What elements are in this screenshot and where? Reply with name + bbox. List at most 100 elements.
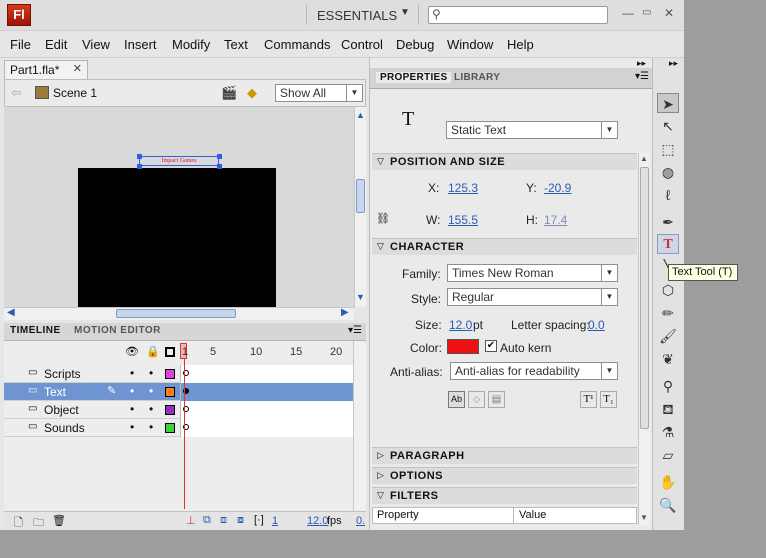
scroll-up-icon[interactable]: ▲ (640, 154, 648, 163)
3d-rotation-tool-icon[interactable]: ◍ (657, 162, 679, 182)
tab-motion-editor[interactable]: MOTION EDITOR (74, 325, 161, 336)
timeline-vscroll[interactable] (353, 341, 366, 511)
subselection-tool-icon[interactable]: ↖ (657, 116, 679, 136)
stage[interactable]: Impact Games (4, 107, 354, 307)
panel-menu-icon[interactable]: ▾☰ (348, 325, 362, 336)
scroll-thumb[interactable] (356, 179, 365, 213)
scroll-thumb[interactable] (640, 167, 649, 429)
layer-name[interactable]: Object (44, 403, 79, 417)
eraser-tool-icon[interactable]: ▱ (657, 445, 679, 465)
current-frame[interactable]: 1 (272, 515, 278, 527)
elapsed-time[interactable]: 0. (356, 515, 365, 527)
onion-markers-icon[interactable]: [·] (254, 514, 264, 526)
layer-name[interactable]: Scripts (44, 367, 81, 381)
layer-color-swatch[interactable] (165, 369, 175, 379)
lock-icon[interactable]: 🔒 (146, 345, 160, 358)
zoom-tool-icon[interactable]: 🔍 (657, 495, 679, 515)
zoom-select[interactable]: Show All ▼ (275, 84, 363, 102)
visible-dot[interactable]: • (130, 420, 134, 434)
section-options[interactable]: ▷ OPTIONS (372, 467, 637, 484)
close-button[interactable]: ✕ (664, 6, 674, 20)
size-value[interactable]: 12.0 (449, 318, 472, 332)
section-position-size[interactable]: ▽ POSITION AND SIZE (372, 153, 637, 170)
lock-dot[interactable]: • (149, 384, 153, 398)
subscript-icon[interactable]: T₁ (600, 391, 617, 408)
search-input[interactable]: ⚲ (428, 6, 608, 24)
lock-dot[interactable]: • (149, 402, 153, 416)
hand-tool-icon[interactable]: ✋ (657, 472, 679, 492)
font-family-select[interactable]: Times New Roman ▼ (447, 264, 618, 282)
properties-vscroll[interactable]: ▲ ▼ (638, 153, 650, 525)
close-icon[interactable]: ✕ (73, 62, 82, 75)
tab-timeline[interactable]: TIMELINE (10, 325, 61, 336)
minimize-button[interactable]: — (622, 6, 634, 20)
menu-commands[interactable]: Commands (264, 37, 330, 52)
pen-tool-icon[interactable]: ✒ (657, 212, 679, 232)
menu-modify[interactable]: Modify (172, 37, 210, 52)
edit-symbols-icon[interactable]: ◆ (247, 85, 257, 101)
menu-text[interactable]: Text (224, 37, 248, 52)
stage-vertical-scrollbar[interactable]: ▲ ▼ (354, 107, 366, 307)
frame-strip[interactable] (180, 365, 353, 383)
menu-view[interactable]: View (82, 37, 110, 52)
handle[interactable] (217, 164, 222, 169)
layer-color-swatch[interactable] (165, 405, 175, 415)
layer-row[interactable]: ▭ Object • • (4, 401, 353, 419)
font-style-select[interactable]: Regular ▼ (447, 288, 618, 306)
h-value[interactable]: 17.4 (544, 213, 567, 227)
tab-properties[interactable]: PROPERTIES (376, 72, 452, 83)
lock-dot[interactable]: • (149, 366, 153, 380)
onion-skin-icon[interactable]: ⧉ (203, 514, 211, 527)
collapse-arrows-icon[interactable]: ▸▸ (669, 58, 678, 69)
new-folder-icon[interactable]: 🗀 (33, 514, 44, 530)
chevron-down-icon[interactable]: ▼ (400, 7, 410, 18)
visible-dot[interactable]: • (130, 384, 134, 398)
selected-text-field[interactable]: Impact Games (139, 156, 219, 166)
selectable-icon[interactable]: Ab (448, 391, 465, 408)
frame-strip[interactable] (180, 419, 353, 437)
menu-window[interactable]: Window (447, 37, 493, 52)
handle[interactable] (217, 154, 222, 159)
eyedropper-tool-icon[interactable]: ⚗ (657, 422, 679, 442)
layer-name[interactable]: Text (44, 385, 66, 399)
text-tool-icon[interactable]: T (657, 234, 679, 254)
handle[interactable] (137, 164, 142, 169)
scroll-right-icon[interactable]: ▶ (341, 307, 349, 318)
scroll-left-icon[interactable]: ◀ (7, 307, 15, 318)
text-color-swatch[interactable] (447, 339, 479, 354)
onion-outline-icon[interactable]: ⧈ (220, 514, 227, 527)
show-border-icon[interactable]: ▤ (488, 391, 505, 408)
section-character[interactable]: ▽ CHARACTER (372, 238, 637, 255)
menu-help[interactable]: Help (507, 37, 534, 52)
layer-color-swatch[interactable] (165, 423, 175, 433)
scroll-down-icon[interactable]: ▼ (640, 513, 648, 522)
layer-color-swatch[interactable] (165, 387, 175, 397)
render-html-icon[interactable]: ◇ (468, 391, 485, 408)
section-paragraph[interactable]: ▷ PARAGRAPH (372, 447, 637, 464)
outline-icon[interactable] (165, 347, 175, 357)
scroll-up-icon[interactable]: ▲ (356, 110, 365, 120)
fps-value[interactable]: 12.0 (307, 515, 328, 527)
lock-dot[interactable]: • (149, 420, 153, 434)
menu-edit[interactable]: Edit (45, 37, 67, 52)
w-value[interactable]: 155.5 (448, 213, 478, 227)
new-layer-icon[interactable]: 🗋 (14, 514, 23, 530)
layer-name[interactable]: Sounds (44, 421, 85, 435)
visible-dot[interactable]: • (130, 366, 134, 380)
tab-library[interactable]: LIBRARY (454, 72, 500, 83)
paint-bucket-tool-icon[interactable]: ⛾ (657, 399, 679, 419)
frame-strip[interactable] (180, 383, 353, 401)
deco-tool-icon[interactable]: ❦ (657, 349, 679, 369)
layer-row[interactable]: ▭ Text ✎ • • (4, 383, 353, 401)
eye-icon[interactable]: 👁 (125, 345, 139, 358)
visible-dot[interactable]: • (130, 402, 134, 416)
lasso-tool-icon[interactable]: ℓ (657, 185, 679, 205)
workspace-switcher[interactable]: ESSENTIALS (317, 8, 397, 23)
scroll-down-icon[interactable]: ▼ (356, 292, 365, 302)
free-transform-tool-icon[interactable]: ⬚ (657, 139, 679, 159)
maximize-button[interactable]: ▭ (642, 7, 651, 18)
superscript-icon[interactable]: T¹ (580, 391, 597, 408)
document-tab[interactable]: Part1.fla* ✕ (4, 60, 88, 79)
bone-tool-icon[interactable]: ⚲ (657, 376, 679, 396)
edit-scene-icon[interactable]: 🎬 (221, 85, 237, 101)
